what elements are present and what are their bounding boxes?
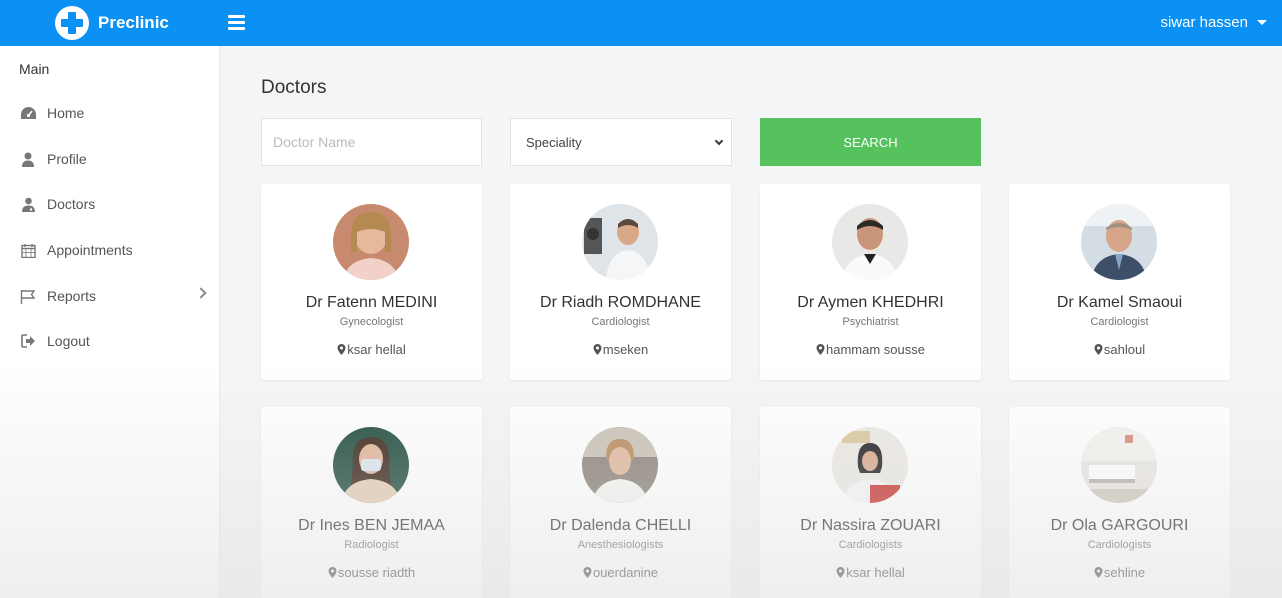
doctor-name-search-input[interactable] xyxy=(261,118,482,166)
doctor-location: ksar hellal xyxy=(261,342,482,357)
doctor-location: ouerdanine xyxy=(510,565,731,580)
chevron-right-icon xyxy=(195,287,207,299)
sidebar-item-home[interactable]: Home xyxy=(0,94,220,132)
flag-icon xyxy=(19,287,37,305)
doctor-avatar xyxy=(832,427,908,503)
map-pin-icon xyxy=(1094,567,1103,578)
top-navbar: Preclinic siwar hassen xyxy=(0,0,1282,46)
speciality-select-value: Speciality xyxy=(526,134,582,150)
map-pin-icon xyxy=(583,567,592,578)
sidebar-section-title: Main xyxy=(19,61,50,77)
doctor-speciality: Cardiologists xyxy=(1087,539,1152,551)
doctor-card[interactable]: Dr Fatenn MEDINI Gynecologist ksar hella… xyxy=(261,184,482,380)
doctor-location: ksar hellal xyxy=(760,565,981,580)
doctor-location-text: ouerdanine xyxy=(592,565,659,580)
doctor-location-text: sehline xyxy=(1103,565,1146,580)
logout-icon xyxy=(19,332,37,350)
doctor-speciality: Cardiologists xyxy=(838,539,903,551)
doctor-card[interactable]: Dr Ines BEN JEMAA Radiologist sousse ria… xyxy=(261,407,482,598)
doctor-card[interactable]: Dr Nassira ZOUARI Cardiologists ksar hel… xyxy=(760,407,981,598)
sidebar-item-label: Logout xyxy=(47,333,90,349)
sidebar: Main Home Profile Doctors Appointments R… xyxy=(0,46,220,598)
sidebar-item-label: Reports xyxy=(47,288,97,304)
chevron-down-icon xyxy=(714,136,724,146)
speciality-select[interactable]: Speciality xyxy=(510,118,732,166)
doctor-location: sahloul xyxy=(1009,342,1230,357)
doctor-name: Dr Fatenn MEDINI xyxy=(305,294,438,311)
doctor-card[interactable]: Dr Riadh ROMDHANE Cardiologist mseken xyxy=(510,184,731,380)
doctor-speciality: Radiologist xyxy=(344,539,399,551)
doctor-speciality: Cardiologist xyxy=(1090,316,1149,328)
doctor-speciality: Cardiologist xyxy=(591,316,650,328)
doctor-location-text: ksar hellal xyxy=(347,342,406,357)
doctor-name: Dr Dalenda CHELLI xyxy=(549,517,692,534)
doctor-location-text: ksar hellal xyxy=(846,565,905,580)
doctor-speciality: Psychiatrist xyxy=(842,316,899,328)
brand-logo[interactable]: Preclinic xyxy=(55,6,169,40)
page-title: Doctors xyxy=(261,77,327,98)
map-pin-icon xyxy=(337,344,346,355)
sidebar-item-label: Profile xyxy=(47,151,87,167)
doctor-location-text: sahloul xyxy=(1103,342,1146,357)
sidebar-item-appointments[interactable]: Appointments xyxy=(0,231,220,269)
sidebar-item-label: Doctors xyxy=(47,196,96,212)
doctor-location: hammam sousse xyxy=(760,342,981,357)
main-content: Doctors Speciality SEARCH Dr Fatenn MEDI… xyxy=(220,46,1282,598)
hamburger-menu-icon[interactable] xyxy=(228,15,245,30)
doctor-card[interactable]: Dr Ola GARGOURI Cardiologists sehline xyxy=(1009,407,1230,598)
doctor-location-text: hammam sousse xyxy=(826,342,925,357)
user-name: siwar hassen xyxy=(1160,14,1248,31)
doctor-location: mseken xyxy=(510,342,731,357)
sidebar-item-reports[interactable]: Reports xyxy=(0,277,220,315)
doctor-name: Dr Aymen KHEDHRI xyxy=(797,294,944,311)
sidebar-item-logout[interactable]: Logout xyxy=(0,322,220,360)
doctor-avatar xyxy=(832,204,908,280)
doctor-avatar xyxy=(582,204,658,280)
doctor-avatar xyxy=(582,427,658,503)
doctor-name: Dr Nassira ZOUARI xyxy=(800,517,941,534)
doctor-name: Dr Riadh ROMDHANE xyxy=(540,294,701,311)
user-menu-dropdown[interactable]: siwar hassen xyxy=(1160,14,1267,31)
doctor-name: Dr Kamel Smaoui xyxy=(1056,294,1183,311)
doctor-location-text: mseken xyxy=(602,342,649,357)
search-button[interactable]: SEARCH xyxy=(760,118,981,166)
user-icon xyxy=(19,150,37,168)
doctor-location: sousse riadth xyxy=(261,565,482,580)
sidebar-item-label: Appointments xyxy=(47,242,133,258)
doctor-location: sehline xyxy=(1009,565,1230,580)
doctor-speciality: Anesthesiologists xyxy=(577,539,664,551)
caret-down-icon xyxy=(1257,20,1267,25)
map-pin-icon xyxy=(1094,344,1103,355)
map-pin-icon xyxy=(593,344,602,355)
doctor-card[interactable]: Dr Aymen KHEDHRI Psychiatrist hammam sou… xyxy=(760,184,981,380)
doctor-icon xyxy=(19,195,37,213)
sidebar-item-profile[interactable]: Profile xyxy=(0,140,220,178)
dashboard-icon xyxy=(19,104,37,122)
map-pin-icon xyxy=(836,567,845,578)
doctor-avatar xyxy=(1081,427,1157,503)
doctor-name: Dr Ines BEN JEMAA xyxy=(298,517,445,534)
doctor-card[interactable]: Dr Dalenda CHELLI Anesthesiologists ouer… xyxy=(510,407,731,598)
doctor-location-text: sousse riadth xyxy=(337,565,416,580)
doctor-avatar xyxy=(1081,204,1157,280)
sidebar-item-doctors[interactable]: Doctors xyxy=(0,185,220,223)
doctor-name: Dr Ola GARGOURI xyxy=(1050,517,1189,534)
brand-name: Preclinic xyxy=(98,13,169,32)
map-pin-icon xyxy=(328,567,337,578)
doctor-avatar xyxy=(333,427,409,503)
calendar-icon xyxy=(19,241,37,259)
sidebar-item-label: Home xyxy=(47,105,85,121)
doctor-avatar xyxy=(333,204,409,280)
map-pin-icon xyxy=(816,344,825,355)
medical-cross-icon xyxy=(55,6,89,40)
doctor-speciality: Gynecologist xyxy=(339,316,404,328)
doctor-card[interactable]: Dr Kamel Smaoui Cardiologist sahloul xyxy=(1009,184,1230,380)
